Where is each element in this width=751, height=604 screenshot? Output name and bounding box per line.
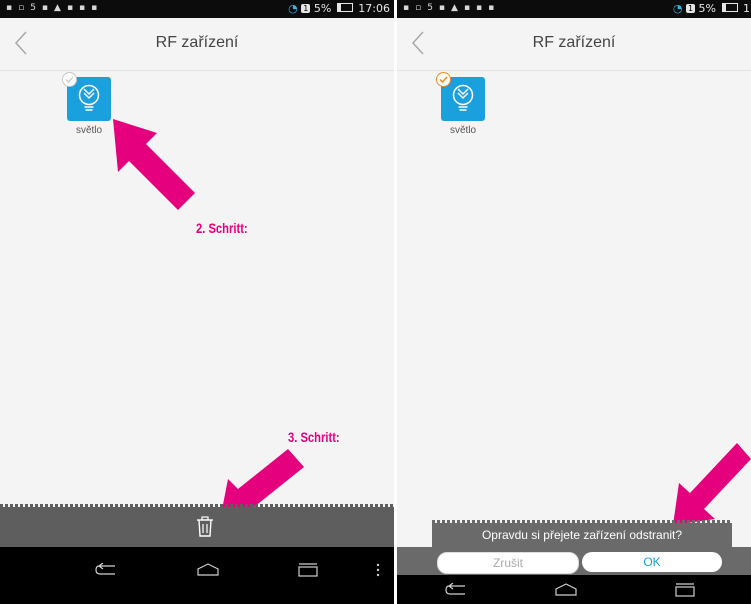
check-icon <box>65 76 74 83</box>
nav-recents-icon[interactable] <box>675 583 695 597</box>
dialog-message: Opravdu si přejete zařízení odstranit? <box>481 528 683 542</box>
page-title: RF zařízení <box>155 34 239 51</box>
sim-icon: 1 <box>301 4 311 13</box>
select-checkbox[interactable] <box>62 72 77 87</box>
bulb-icon <box>78 84 100 111</box>
battery-icon <box>721 3 738 12</box>
nav-recents-icon[interactable] <box>298 563 318 577</box>
overflow-menu-icon[interactable] <box>376 563 380 577</box>
title-bar: RF zařízení <box>397 18 751 71</box>
nav-home-icon[interactable] <box>196 563 220 577</box>
clock: 17 <box>743 2 751 15</box>
delete-button[interactable] <box>196 516 214 543</box>
notification-icons: ▪▫5▪▲▪▪▪ <box>6 3 104 13</box>
ok-button[interactable]: OK <box>582 552 722 572</box>
annotation-step2: 2. Schritt: <box>196 220 248 236</box>
cancel-button[interactable]: Zrušit <box>437 552 579 574</box>
annotation-step3: 3. Schritt: <box>288 429 340 445</box>
check-icon <box>439 76 448 84</box>
select-checkbox[interactable] <box>436 72 451 87</box>
battery-icon <box>336 3 353 12</box>
sim-icon: 1 <box>685 4 696 13</box>
page-title: RF zařízení <box>532 34 616 51</box>
nav-back-icon[interactable] <box>95 563 117 577</box>
status-right: ◔ 1 5% 17:06 <box>288 2 390 15</box>
bottom-toolbar <box>0 504 394 547</box>
status-bar: ▪▫5▪▲▪▪▪ ◔ 1 5% 17 <box>397 0 751 18</box>
status-right: ◔ 1 5% 17 <box>673 2 751 15</box>
status-bar: ▪▫5▪▲▪▪▪ ◔ 1 5% 17:06 <box>0 0 394 18</box>
confirm-dialog: Opravdu si přejete zařízení odstranit? <box>432 520 732 547</box>
battery-percent: 5% <box>698 2 716 15</box>
nav-back-icon[interactable] <box>445 583 467 597</box>
clock: 17:06 <box>358 2 390 15</box>
annotation-arrow-ok <box>673 443 751 525</box>
wifi-icon: ◔ <box>288 2 298 15</box>
bulb-icon <box>452 84 474 111</box>
title-bar: RF zařízení <box>0 18 394 71</box>
battery-percent: 5% <box>313 2 332 15</box>
navigation-bar <box>0 547 394 604</box>
nav-home-icon[interactable] <box>554 583 578 597</box>
annotation-arrow-step2 <box>113 119 195 210</box>
dialog-buttons: Zrušit OK <box>397 547 751 575</box>
right-screen: ▪▫5▪▲▪▪▪ ◔ 1 5% 17 RF zařízení <box>397 0 751 604</box>
device-tile[interactable] <box>436 72 485 121</box>
trash-icon <box>197 516 213 537</box>
wifi-icon: ◔ <box>672 2 683 15</box>
navigation-bar <box>397 575 751 604</box>
device-item-svetlo[interactable]: světlo <box>435 72 491 136</box>
left-screen: ▪▫5▪▲▪▪▪ ◔ 1 5% 17:06 RF zařízení světlo… <box>0 0 394 604</box>
notification-icons: ▪▫5▪▲▪▪▪ <box>403 3 501 13</box>
device-label: světlo <box>449 125 477 136</box>
